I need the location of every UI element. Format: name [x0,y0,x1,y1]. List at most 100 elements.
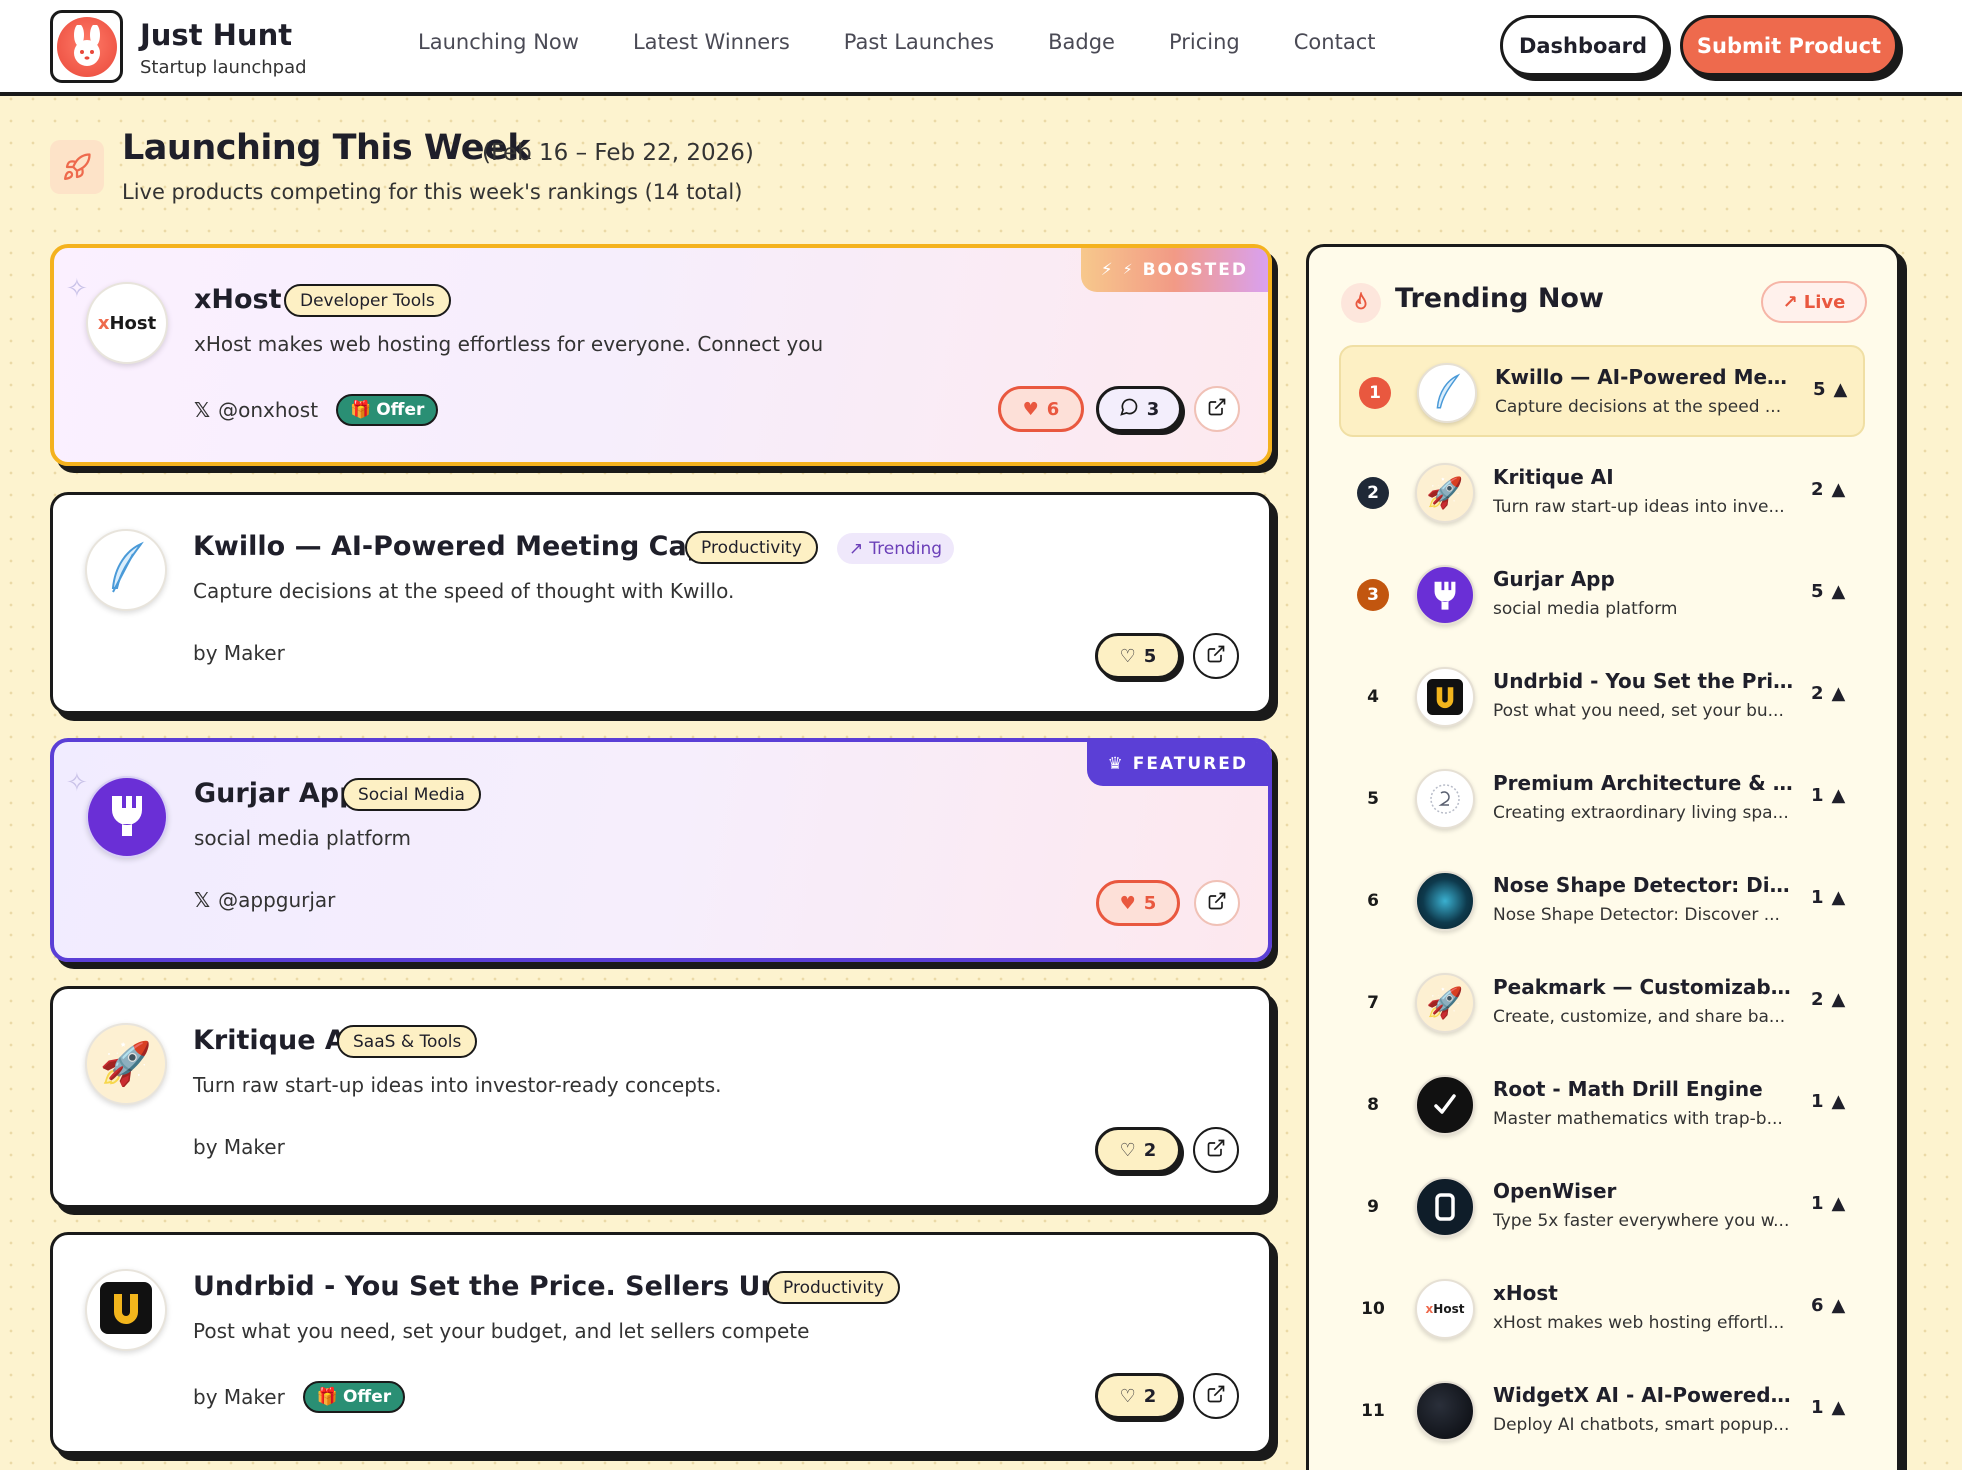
sparkle-icon: ✧ [66,274,88,304]
external-link-button[interactable] [1193,1373,1239,1419]
trending-votes: 1 ▲ [1811,1397,1845,1418]
product-description: Post what you need, set your budget, and… [193,1319,810,1343]
trending-item[interactable]: 9 OpenWiser Type 5x faster everywhere yo… [1339,1161,1865,1253]
trending-title: Trending Now [1395,283,1604,314]
submit-product-button[interactable]: Submit Product [1680,15,1898,76]
trending-item[interactable]: 1 Kwillo — AI-Powered Meeti... Capture d… [1339,345,1865,437]
product-logo[interactable]: 🚀 [85,1023,167,1105]
trending-item[interactable]: 7 🚀 Peakmark — Customizable ... Create, … [1339,957,1865,1049]
product-logo[interactable] [85,529,167,611]
trending-item[interactable]: 6 Nose Shape Detector: Disc... Nose Shap… [1339,855,1865,947]
nav-contact[interactable]: Contact [1294,30,1376,54]
comments-button[interactable]: 3 [1096,386,1182,432]
rank-number: 11 [1361,1401,1385,1421]
vote-count: 1 [1811,1397,1824,1418]
category-tag[interactable]: SaaS & Tools [337,1025,478,1058]
brand-logo[interactable] [50,10,123,83]
upvote-button[interactable]: ♡ 5 [1095,633,1181,679]
upvote-count: 6 [1046,398,1060,420]
trending-name: xHost [1493,1281,1558,1305]
trending-item[interactable]: 11 WidgetX AI - AI-Powered ... Deploy AI… [1339,1365,1865,1457]
category-tag[interactable]: Productivity [685,531,818,564]
trending-desc: Turn raw start-up ideas into inve... [1493,497,1785,517]
trending-name: Kritique AI [1493,465,1614,489]
rabbit-logo-icon [56,16,117,77]
twitter-handle[interactable]: @onxhost [218,398,318,422]
rank-badge: 3 [1357,579,1389,611]
trending-name: WidgetX AI - AI-Powered ... [1493,1383,1797,1407]
brand-name[interactable]: Just Hunt [140,18,292,52]
external-link-button[interactable] [1194,386,1240,432]
nav-launching-now[interactable]: Launching Now [418,30,579,54]
upvote-button[interactable]: ♡ 2 [1095,1373,1181,1419]
external-link-button[interactable] [1193,1127,1239,1173]
openwiser-logo-icon [1415,1177,1475,1237]
product-logo[interactable]: xHost [86,282,168,364]
external-link-button[interactable] [1193,633,1239,679]
heart-outline-icon: ♡ [1119,1139,1136,1161]
external-link-icon [1206,1138,1226,1162]
rank-number: 5 [1367,789,1379,809]
trending-item[interactable]: 10 xHost xHost xHost makes web hosting e… [1339,1263,1865,1355]
trending-desc: Create, customize, and share ba... [1493,1007,1786,1027]
offer-badge[interactable]: 🎁 Offer [336,394,439,426]
upvote-button[interactable]: ♥ 5 [1096,880,1180,926]
upvote-button[interactable]: ♡ 2 [1095,1127,1181,1173]
up-triangle-icon: ▲ [1833,379,1848,400]
product-logo[interactable] [86,776,168,858]
product-card[interactable]: Kwillo — AI-Powered Meeting Capture Prod… [50,492,1272,714]
flame-icon [1341,283,1381,323]
product-description: Capture decisions at the speed of though… [193,579,735,603]
upvote-count: 5 [1143,645,1157,667]
vote-count: 2 [1811,989,1824,1010]
vote-count: 5 [1811,581,1824,602]
vote-count: 1 [1811,785,1824,806]
trending-item[interactable]: 3 Gurjar App social media platform 5 ▲ [1339,549,1865,641]
maker-label: by Maker [193,1385,285,1409]
trending-votes: 1 ▲ [1811,887,1845,908]
up-triangle-icon: ▲ [1831,581,1846,602]
twitter-handle[interactable]: @appgurjar [218,888,335,912]
crown-icon: ♛ [1107,754,1125,774]
heart-icon: ♥ [1022,398,1039,420]
external-link-icon [1207,397,1227,421]
maker-line: 𝕏 @appgurjar [194,888,335,912]
trending-name: Kwillo — AI-Powered Meeti... [1495,365,1799,389]
rank-number: 10 [1361,1299,1385,1319]
category-tag[interactable]: Social Media [342,778,481,811]
product-card[interactable]: ✧ ♛ FEATURED Gurjar App Social Media soc… [50,738,1272,962]
upvote-button[interactable]: ♥ 6 [998,386,1084,432]
category-tag[interactable]: Developer Tools [284,284,451,317]
product-description: xHost makes web hosting effortless for e… [194,332,824,356]
nav-latest-winners[interactable]: Latest Winners [633,30,790,54]
trending-item[interactable]: 2 🚀 Kritique AI Turn raw start-up ideas … [1339,447,1865,539]
maker-line: by Maker [193,641,285,665]
dashboard-button[interactable]: Dashboard [1500,15,1666,76]
product-name[interactable]: Kritique AI [193,1025,356,1056]
trending-item[interactable]: 8 Root - Math Drill Engine Master mathem… [1339,1059,1865,1151]
product-card[interactable]: ✧ ⚡ ⚡ BOOSTED xHost xHost Developer Tool… [50,244,1272,466]
product-name[interactable]: xHost [194,284,282,315]
trending-item[interactable]: 4 Undrbid - You Set the Pric... Post wha… [1339,651,1865,743]
nav-past-launches[interactable]: Past Launches [844,30,994,54]
product-logo[interactable] [85,1269,167,1351]
ribbon-label: FEATURED [1132,754,1248,774]
product-card[interactable]: 🚀 Kritique AI SaaS & Tools Turn raw star… [50,986,1272,1208]
vote-count: 6 [1811,1295,1824,1316]
product-name[interactable]: Gurjar App [194,778,358,809]
product-name[interactable]: Kwillo — AI-Powered Meeting Capture [193,531,770,562]
up-triangle-icon: ▲ [1831,1193,1846,1214]
trending-votes: 1 ▲ [1811,1091,1845,1112]
external-link-button[interactable] [1194,880,1240,926]
up-triangle-icon: ▲ [1831,989,1846,1010]
nav-pricing[interactable]: Pricing [1169,30,1240,54]
feather-icon [103,540,149,600]
rocket-icon: 🚀 [1415,973,1475,1033]
trending-votes: 5 ▲ [1813,379,1847,400]
nav-badge[interactable]: Badge [1048,30,1115,54]
offer-badge[interactable]: 🎁 Offer [302,1381,406,1413]
trending-item[interactable]: 5 Premium Architecture & In... Creating … [1339,753,1865,845]
category-tag[interactable]: Productivity [767,1271,900,1304]
trending-name: Peakmark — Customizable ... [1493,975,1797,999]
product-card[interactable]: Undrbid - You Set the Price. Sellers Und… [50,1232,1272,1454]
